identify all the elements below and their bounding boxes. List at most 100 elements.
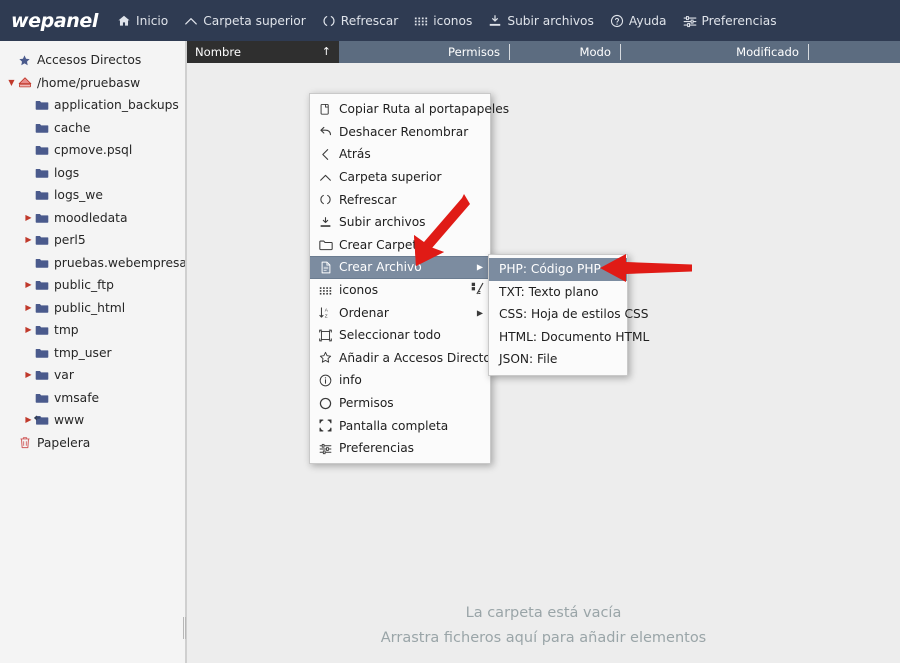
- tree-item-cpmove-psql[interactable]: cpmove.psql: [0, 139, 185, 162]
- column-header-filler: [809, 41, 900, 63]
- tree-item-label: vmsafe: [54, 390, 100, 405]
- empty-folder-title: La carpeta está vacía: [465, 605, 622, 621]
- tree-item-application-backups[interactable]: application_backups: [0, 94, 185, 117]
- upload-icon: [317, 216, 334, 229]
- menu-item-iconos[interactable]: iconos: [310, 279, 490, 302]
- context-menu[interactable]: Copiar Ruta al portapapeles Deshacer Reno…: [309, 93, 509, 464]
- crear-archivo-submenu[interactable]: PHP: Código PHP TXT: Texto plano CSS: Hoja…: [488, 254, 649, 376]
- menu-item-label: Crear Carpeta: [339, 237, 425, 252]
- folder-icon: [34, 369, 49, 381]
- tree-item-accesos-directos[interactable]: Accesos Directos: [0, 49, 185, 72]
- menu-item-label: Deshacer Renombrar: [339, 124, 469, 139]
- menu-item-label: Subir archivos: [339, 215, 426, 230]
- menu-item-deshacer-renombrar[interactable]: Deshacer Renombrar: [310, 121, 490, 144]
- menu-item-a-adir-a-accesos-directos[interactable]: Añadir a Accesos Directos: [310, 347, 497, 370]
- tree-item-label: tmp: [54, 323, 79, 338]
- menu-item-carpeta-superior[interactable]: Carpeta superior: [310, 166, 490, 189]
- home-icon: [117, 14, 131, 28]
- tree-item-vmsafe[interactable]: vmsafe: [0, 387, 185, 410]
- folder-icon: [34, 99, 49, 111]
- tree-item-perl5[interactable]: ▶ perl5: [0, 229, 185, 252]
- column-header-modo-label: Modo: [579, 45, 611, 59]
- menu-item-info[interactable]: info: [310, 369, 490, 392]
- nav-inicio[interactable]: Inicio: [117, 14, 168, 28]
- menu-item-label: Preferencias: [339, 441, 415, 456]
- tree-item-var[interactable]: ▶ var: [0, 364, 185, 387]
- grid-icon: [414, 14, 428, 28]
- menu-item-crear-carpeta[interactable]: Crear Carpeta: [310, 234, 490, 257]
- column-header-modo[interactable]: Modo: [510, 41, 621, 63]
- help-circle-icon: [610, 14, 624, 28]
- column-header-modificado-label: Modificado: [736, 45, 799, 59]
- menu-item-atr-s[interactable]: Atrás: [310, 143, 490, 166]
- tree-item-label: perl5: [54, 233, 86, 248]
- tree-item--home-pruebasw[interactable]: ▼ /home/pruebasw: [0, 72, 185, 95]
- tree-item-papelera[interactable]: Papelera: [0, 432, 185, 455]
- column-header-nombre[interactable]: Nombre ↑: [187, 41, 339, 63]
- chevron-down-icon[interactable]: ▼: [6, 78, 17, 87]
- nav-inicio-label: Inicio: [136, 13, 169, 28]
- folder-tree-sidebar[interactable]: Accesos Directos ▼ /home/pruebasw applicati…: [0, 41, 185, 663]
- menu-item-crear-archivo[interactable]: Crear Archivo ▶: [310, 256, 490, 279]
- tree-item-moodledata[interactable]: ▶ moodledata: [0, 207, 185, 230]
- tree-item-cache[interactable]: cache: [0, 117, 185, 140]
- menu-item-permisos[interactable]: Permisos: [310, 392, 490, 415]
- folder-icon: [34, 234, 49, 246]
- chevron-right-icon[interactable]: ▶: [23, 326, 34, 334]
- submenu-item-php[interactable]: PHP: Código PHP: [489, 258, 627, 281]
- tree-item-logs-we[interactable]: logs_we: [0, 184, 185, 207]
- nav-refrescar[interactable]: Refrescar: [322, 14, 398, 28]
- menu-item-copiar-ruta-al-portapapeles[interactable]: Copiar Ruta al portapapeles: [310, 98, 509, 121]
- column-header-modificado[interactable]: Modificado: [621, 41, 809, 63]
- menu-item-subir-archivos[interactable]: Subir archivos: [310, 211, 490, 234]
- submenu-item-label: PHP: Código PHP: [499, 262, 601, 277]
- column-header-permisos[interactable]: Permisos: [339, 41, 510, 63]
- chevron-right-icon[interactable]: ▶: [23, 416, 34, 424]
- tree-item-tmp[interactable]: ▶ tmp: [0, 319, 185, 342]
- nav-ayuda[interactable]: Ayuda: [610, 14, 667, 28]
- chevron-right-icon[interactable]: ▶: [23, 281, 34, 289]
- folder-icon: [34, 122, 49, 134]
- menu-item-label: Copiar Ruta al portapapeles: [339, 102, 510, 117]
- view-toggle-icon[interactable]: [471, 282, 484, 298]
- submenu-item-txt[interactable]: TXT: Texto plano: [489, 281, 627, 304]
- folder-icon: [34, 257, 49, 269]
- menu-item-pantalla-completa[interactable]: Pantalla completa: [310, 414, 490, 437]
- sliders-icon: [683, 14, 697, 28]
- tree-item-pruebas-webempresa-eu[interactable]: pruebas.webempresa.eu: [0, 252, 185, 275]
- menu-item-ordenar[interactable]: A Z Ordenar ▶: [310, 301, 490, 324]
- star-outline-icon: [317, 351, 334, 364]
- tree-item-public-html[interactable]: ▶ public_html: [0, 297, 185, 320]
- svg-text:A: A: [325, 308, 329, 313]
- chevron-right-icon[interactable]: ▶: [23, 371, 34, 379]
- app-logo[interactable]: wepanel: [11, 10, 98, 32]
- tree-item-public-ftp[interactable]: ▶ public_ftp: [0, 274, 185, 297]
- submenu-item-css[interactable]: CSS: Hoja de estilos CSS: [489, 303, 648, 326]
- star-icon: [17, 54, 32, 67]
- chevron-right-icon[interactable]: ▶: [23, 213, 34, 222]
- tree-item-tmp-user[interactable]: tmp_user: [0, 342, 185, 365]
- tree-item-label: public_ftp: [54, 278, 114, 293]
- nav-carpeta-superior[interactable]: Carpeta superior: [184, 14, 306, 28]
- submenu-item-label: HTML: Documento HTML: [499, 329, 650, 344]
- nav-preferencias[interactable]: Preferencias: [683, 14, 777, 28]
- svg-text:Z: Z: [325, 314, 328, 319]
- menu-item-seleccionar-todo[interactable]: Seleccionar todo: [310, 324, 490, 347]
- submenu-item-html[interactable]: HTML: Documento HTML: [489, 326, 649, 349]
- chevron-right-icon[interactable]: ▶: [23, 303, 34, 312]
- submenu-item-json[interactable]: JSON: File: [489, 348, 627, 371]
- menu-item-preferencias[interactable]: Preferencias: [310, 437, 490, 460]
- column-header-nombre-label: Nombre: [195, 45, 242, 59]
- nav-iconos[interactable]: iconos: [414, 14, 472, 28]
- undo-icon: [317, 125, 334, 138]
- tree-item-logs[interactable]: logs: [0, 162, 185, 185]
- tree-item-label: Papelera: [37, 435, 91, 450]
- tree-item-label: moodledata: [54, 210, 128, 225]
- nav-subir-archivos[interactable]: Subir archivos: [488, 14, 594, 28]
- grid-icon: [317, 284, 334, 297]
- chevron-right-icon[interactable]: ▶: [23, 236, 34, 244]
- menu-item-refrescar[interactable]: Refrescar: [310, 188, 490, 211]
- chevron-up-icon: [184, 14, 198, 28]
- tree-item-label: www: [54, 413, 85, 428]
- tree-item-www[interactable]: ▶ www: [0, 409, 185, 432]
